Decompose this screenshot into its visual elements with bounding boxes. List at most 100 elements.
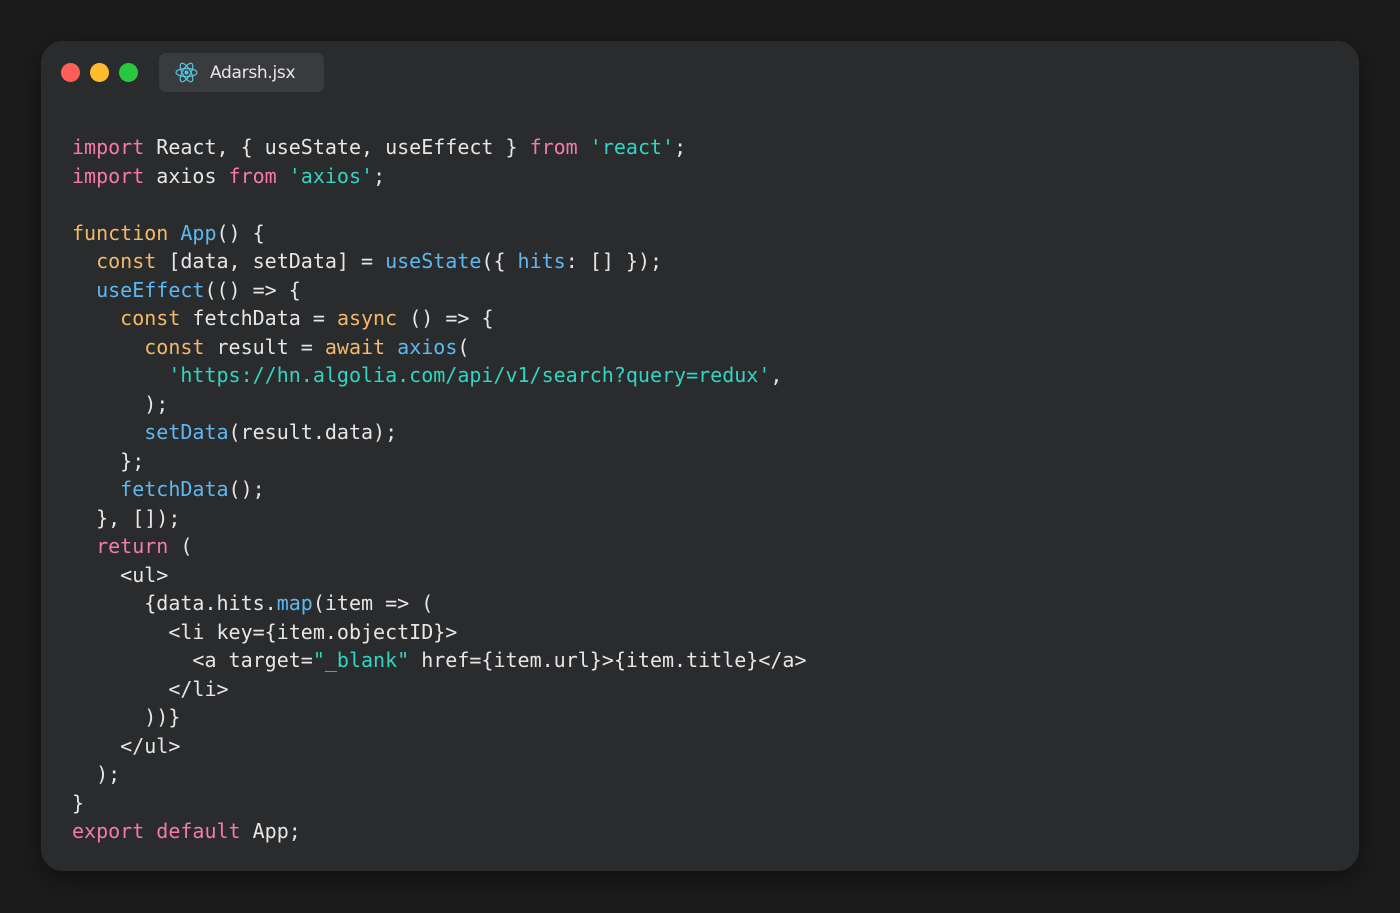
code-token: useState — [385, 249, 482, 273]
code-line: fetchData(); — [72, 475, 807, 504]
code-token: : [] }); — [565, 249, 663, 273]
code-line: import axios from 'axios'; — [72, 162, 807, 191]
code-token: App — [180, 220, 217, 245]
code-token: ))} — [72, 705, 181, 729]
maximize-window-button[interactable] — [119, 63, 138, 82]
code-token: <li key={item.objectID}> — [72, 619, 458, 644]
code-token: from — [529, 135, 578, 159]
code-token: } — [72, 790, 85, 815]
code-token: function — [72, 220, 169, 245]
code-token: axios — [397, 334, 458, 359]
code-line: }, []); — [72, 504, 807, 533]
code-token: ; — [674, 135, 687, 159]
code-token: }; — [72, 448, 145, 473]
code-line: <li key={item.objectID}> — [72, 618, 807, 647]
code-token: 'https://hn.algolia.com/api/v1/search?qu… — [168, 363, 771, 387]
code-token: ); — [72, 391, 169, 416]
code-token: href={item.url}>{item.title}</a> — [409, 648, 807, 672]
code-token: axios — [144, 163, 229, 188]
code-token: export — [72, 819, 145, 843]
code-line: </ul> — [72, 732, 807, 761]
code-token: result = — [204, 334, 325, 359]
code-token: (item => ( — [312, 591, 434, 615]
code-line: function App() { — [72, 219, 807, 248]
code-token: <a target= — [72, 648, 313, 672]
code-line: } — [72, 789, 807, 818]
code-line: <ul> — [72, 561, 807, 590]
tab-filename: Adarsh.jsx — [210, 63, 296, 83]
code-token: hits — [517, 249, 566, 273]
code-token: ; — [373, 163, 386, 188]
code-line: setData(result.data); — [72, 418, 807, 447]
code-token: ); — [72, 762, 121, 786]
code-token: map — [276, 591, 313, 615]
code-token: import — [72, 135, 145, 159]
code-token: (() => { — [204, 277, 301, 302]
code-line: ))} — [72, 703, 807, 732]
code-token: const — [96, 249, 157, 273]
code-line: 'https://hn.algolia.com/api/v1/search?qu… — [72, 361, 807, 390]
code-editor[interactable]: import React, { useState, useEffect } fr… — [72, 133, 807, 846]
code-token: () { — [216, 220, 265, 245]
minimize-window-button[interactable] — [90, 63, 109, 82]
code-token: (); — [228, 477, 265, 501]
code-token: ({ — [481, 249, 518, 273]
react-icon — [174, 60, 199, 85]
code-token: (result.data); — [228, 420, 398, 444]
code-line: const result = await axios( — [72, 333, 807, 362]
code-line: ); — [72, 760, 807, 789]
code-line: {data.hits.map(item => ( — [72, 589, 807, 618]
code-line: return ( — [72, 532, 807, 561]
code-token: 'axios' — [288, 163, 374, 188]
code-line: ); — [72, 390, 807, 419]
code-token: App; — [240, 819, 301, 843]
code-token: [data, setData] = — [156, 249, 386, 273]
code-token: }, []); — [72, 505, 181, 530]
close-window-button[interactable] — [61, 63, 80, 82]
code-token: () => { — [397, 306, 494, 330]
code-token: default — [156, 819, 241, 843]
code-line: const fetchData = async () => { — [72, 304, 807, 333]
code-token: , — [770, 363, 783, 387]
code-line: <a target="_blank" href={item.url}>{item… — [72, 646, 807, 675]
code-token: </li> — [72, 676, 229, 701]
code-line: const [data, setData] = useState({ hits:… — [72, 247, 807, 276]
code-token: from — [228, 163, 277, 188]
title-bar: Adarsh.jsx — [41, 41, 1359, 111]
code-token: ( — [168, 534, 193, 558]
code-token: import — [72, 163, 145, 188]
code-token: <ul> — [72, 562, 169, 587]
code-token: return — [96, 534, 169, 558]
code-window: Adarsh.jsx import React, { useState, use… — [41, 41, 1359, 871]
code-token: await — [324, 334, 386, 359]
code-token: 'react' — [589, 135, 675, 159]
code-line: </li> — [72, 675, 807, 704]
code-token: const — [120, 306, 181, 330]
code-token: setData — [144, 420, 229, 444]
code-line: import React, { useState, useEffect } fr… — [72, 133, 807, 162]
code-token: fetchData = — [180, 306, 337, 330]
file-tab[interactable]: Adarsh.jsx — [159, 53, 324, 92]
code-token: ( — [457, 334, 470, 359]
code-token: {data.hits. — [72, 591, 277, 615]
code-token: fetchData — [120, 477, 229, 501]
code-token: "_blank" — [312, 648, 410, 672]
code-token: React, { useState, useEffect } — [144, 135, 530, 159]
code-token: const — [144, 334, 205, 359]
code-line: useEffect(() => { — [72, 276, 807, 305]
code-line: export default App; — [72, 817, 807, 846]
